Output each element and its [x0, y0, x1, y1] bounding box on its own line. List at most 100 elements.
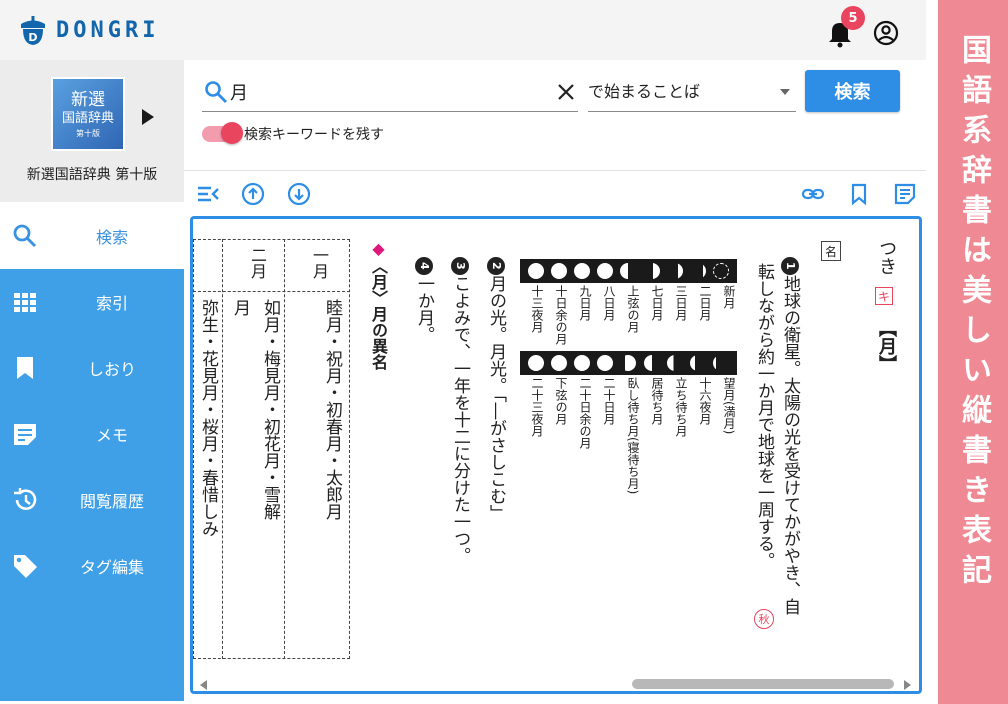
sense-number-2: 2: [487, 257, 505, 275]
sidebar-item-label: 閲覧履歴: [79, 492, 144, 511]
moon-name: 三日月: [674, 285, 688, 321]
dictionary-name: 新選国語辞典 第十版: [26, 167, 158, 183]
moon-name: 十三夜月: [530, 285, 544, 333]
link-icon[interactable]: [801, 182, 825, 206]
moon-name: 立ち待ち月: [674, 377, 688, 437]
memo-icon: [14, 424, 36, 445]
collapse-list-icon[interactable]: [196, 182, 220, 206]
account-icon[interactable]: [873, 20, 899, 46]
kanji-badge: キ: [875, 287, 893, 305]
search-underline: [202, 111, 578, 112]
moon-name: 八日月: [602, 285, 616, 321]
app-logo-text: DONGRI: [56, 17, 160, 43]
moon-name: 十六夜月: [698, 377, 712, 425]
sense-2-text: 月の光。月光。「―がさしこむ」: [486, 275, 506, 522]
moon-name: 十日余の月: [554, 285, 568, 345]
section-title: ◆〈月〉月の異名: [366, 239, 390, 370]
sidebar-item-label: 索引: [95, 294, 128, 313]
svg-text:D: D: [28, 31, 37, 44]
sidebar-item-search[interactable]: 検索: [0, 203, 184, 269]
sense-1: 1地球の衛星。太陽の光を受けてかがやき、自: [777, 257, 803, 677]
sidebar-item-history[interactable]: 閲覧履歴: [0, 467, 184, 533]
moon-name: 下弦の月: [554, 377, 568, 425]
sidebar-item-label: タグ編集: [79, 558, 144, 577]
search-input[interactable]: [230, 76, 550, 108]
sidebar-item-tag-edit[interactable]: タグ編集: [0, 533, 184, 599]
dictionary-card[interactable]: 新選 国語辞典 第十版 新選国語辞典 第十版: [0, 60, 184, 202]
bookmark-outline-icon[interactable]: [847, 182, 871, 206]
season-badge: 秋: [754, 609, 774, 629]
month-names: 月: [230, 299, 250, 316]
banner-text: 国語系辞書は美しい縦書き表記: [956, 34, 991, 594]
moon-names-1: 新月 二日月 三日月 七日月 上弦の月 八日月 九日月 十日余の月 十三夜月: [520, 285, 736, 345]
app-logo[interactable]: D DONGRI: [18, 14, 159, 46]
month-names: 如月・梅見月・初花月・雪解: [260, 299, 280, 520]
toggle-knob[interactable]: [221, 122, 243, 144]
search-button[interactable]: 検索: [805, 70, 900, 112]
section-title-text: 〈月〉月の異名: [369, 258, 388, 370]
close-icon[interactable]: [556, 82, 576, 102]
sidebar-item-index[interactable]: 索引: [0, 269, 184, 335]
scrollbar-thumb[interactable]: [632, 679, 894, 689]
scroll-down-icon[interactable]: [287, 182, 311, 206]
sense-4-text: 一か月。: [414, 275, 434, 343]
moon-name: 居待ち月: [650, 377, 664, 425]
tag-icon: [14, 555, 37, 578]
promo-banner: 国語系辞書は美しい縦書き表記: [938, 0, 1008, 704]
scroll-right-icon[interactable]: [904, 680, 911, 690]
sense-4: 4一か月。: [411, 257, 437, 343]
memo-outline-icon[interactable]: [893, 182, 917, 206]
dictionary-cover: 新選 国語辞典 第十版: [51, 77, 125, 151]
moon-names-2: 望月(満月) 十六夜月 立ち待ち月 居待ち月 臥し待ち月(寝待ち月) 二十日月 …: [520, 377, 736, 494]
table-col-line: [222, 239, 223, 659]
sidebar-item-bookmark[interactable]: しおり: [0, 335, 184, 401]
moon-name: 臥し待ち月(寝待ち月): [626, 377, 640, 495]
grid-icon: [14, 293, 36, 312]
moon-name: 上弦の月: [626, 285, 640, 333]
moon-name: 望月(満月): [722, 377, 736, 435]
sense-3-text: こよみで、一年を十二に分けた一つ。: [450, 275, 470, 564]
moon-name: 二十日月: [602, 377, 616, 425]
divider: [184, 170, 926, 171]
moon-phase-strip-1: [520, 259, 737, 283]
moon-name: 七日月: [650, 285, 664, 321]
sidebar-item-label: メモ: [95, 426, 128, 445]
month-names: 睦月・祝月・初春月・太郎月: [322, 299, 342, 520]
cover-edition: 第十版: [76, 128, 100, 138]
month-header: 二月: [248, 247, 267, 279]
cover-title-2: 国語辞典: [61, 110, 114, 126]
notification-badge: 5: [841, 6, 865, 30]
chevron-down-icon[interactable]: [780, 89, 790, 95]
part-of-speech-badge: 名: [821, 241, 841, 261]
bookmark-icon: [17, 357, 33, 379]
moon-name: 九日月: [578, 285, 592, 321]
search-icon: [13, 224, 37, 248]
entry-headword: 【月】: [876, 319, 897, 373]
sense-1-line-1: 地球の衛星。太陽の光を受けてかがやき、自: [780, 275, 800, 615]
scroll-up-icon[interactable]: [241, 182, 265, 206]
entry-reading: つき: [876, 239, 897, 275]
keep-keyword-label: 検索キーワードを残す: [244, 127, 384, 143]
table-col-line: [284, 239, 285, 659]
month-names: 弥生・花見月・桜月・春惜しみ: [198, 299, 218, 537]
sidebar-item-label: 検索: [95, 228, 128, 247]
moon-phase-strip-2: [520, 351, 737, 375]
moon-name: 二十日余の月: [578, 377, 592, 449]
diamond-icon: ◆: [369, 239, 388, 258]
moon-name: 二十三夜月: [530, 377, 544, 437]
sense-number-3: 3: [451, 257, 469, 275]
sense-number-1: 1: [781, 257, 799, 275]
moon-name: 新月: [722, 285, 736, 309]
search-mode-select[interactable]: で始まることば: [588, 78, 798, 108]
sense-number-4: 4: [415, 257, 433, 275]
scroll-left-icon[interactable]: [200, 680, 207, 690]
search-icon: [205, 81, 227, 103]
play-arrow-icon[interactable]: [142, 109, 154, 125]
sense-3: 3こよみで、一年を十二に分けた一つ。: [447, 257, 473, 564]
mode-underline: [588, 111, 796, 112]
table-row-line: [193, 291, 350, 292]
entry-viewer[interactable]: つき キ 【月】 名 1地球の衛星。太陽の光を受けてかがやき、自 転しながら約一…: [190, 216, 922, 694]
sidebar-item-memo[interactable]: メモ: [0, 401, 184, 467]
month-header: 一月: [310, 247, 329, 279]
sidebar-item-label: しおり: [87, 360, 136, 379]
